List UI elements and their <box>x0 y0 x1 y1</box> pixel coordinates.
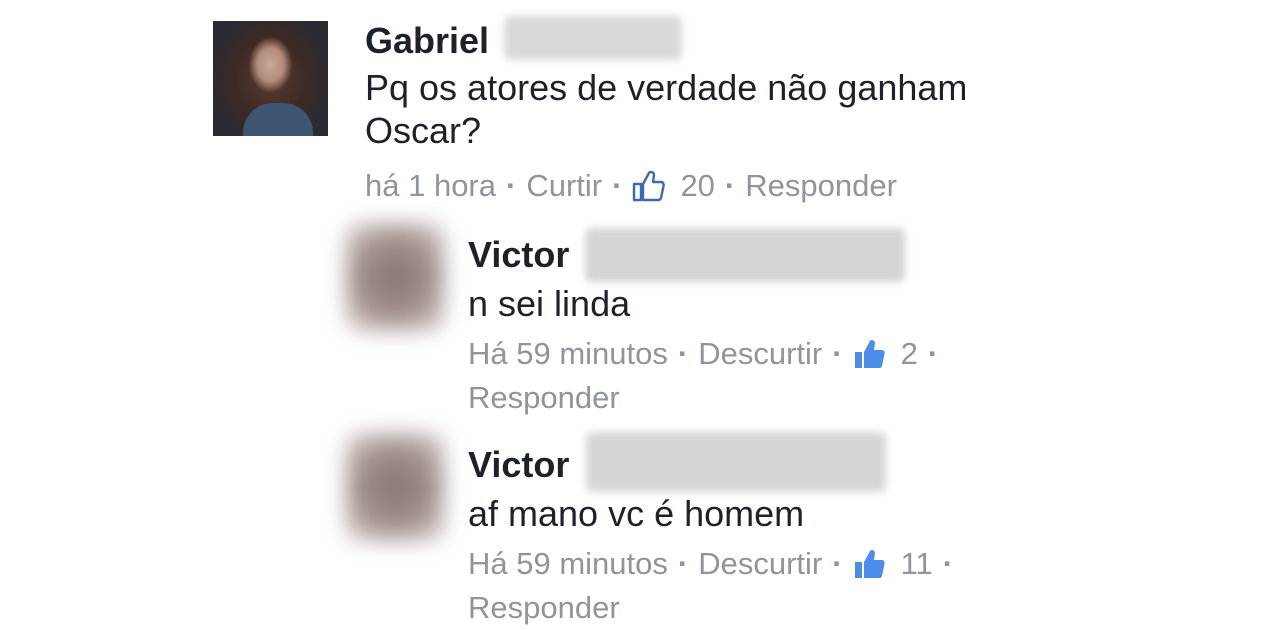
reply-timestamp[interactable]: Há 59 minutos <box>468 542 668 586</box>
comment-author-name[interactable]: Gabriel <box>365 21 489 61</box>
thumbs-up-icon[interactable] <box>853 547 887 581</box>
reply-text: af mano vc é homem <box>468 493 805 534</box>
reply-action-link[interactable]: Responder <box>468 376 620 420</box>
separator-dot: · <box>612 168 623 203</box>
redacted-surname <box>586 432 886 492</box>
avatar[interactable] <box>345 432 445 542</box>
reply-author-name[interactable]: Victor <box>468 235 569 275</box>
like-count: 20 <box>680 168 715 203</box>
separator-dot: · <box>724 168 736 203</box>
separator-dot: · <box>832 546 843 581</box>
separator-dot: · <box>927 336 939 371</box>
comment-text-line: Oscar? <box>365 110 482 151</box>
unlike-action-link[interactable]: Descurtir <box>698 542 822 586</box>
separator-dot: · <box>942 546 954 581</box>
comment-text: Pq os atores de verdade não ganham Oscar… <box>365 66 967 152</box>
like-action-link[interactable]: Curtir <box>526 164 602 208</box>
reply-meta: Há 59 minutos · Descurtir · 2 · <box>468 332 948 376</box>
comment-text-line: Pq os atores de verdade não ganham <box>365 67 968 108</box>
separator-dot: · <box>677 546 689 581</box>
reply-author-name[interactable]: Victor <box>468 445 569 485</box>
reply-action-link[interactable]: Responder <box>468 586 620 630</box>
reply-timestamp[interactable]: Há 59 minutos <box>468 332 668 376</box>
redacted-surname <box>585 228 905 282</box>
reply-meta: Há 59 minutos · Descurtir · 11 · <box>468 542 963 586</box>
like-count: 2 <box>900 336 918 371</box>
separator-dot: · <box>677 336 689 371</box>
separator-dot: · <box>832 336 843 371</box>
comment-meta: há 1 hora · Curtir · 20 · Responder <box>365 164 897 208</box>
reply-text: n sei linda <box>468 283 631 324</box>
unlike-action-link[interactable]: Descurtir <box>698 332 822 376</box>
redacted-surname <box>504 16 682 60</box>
thumbs-up-icon[interactable] <box>853 337 887 371</box>
comment-timestamp[interactable]: há 1 hora <box>365 164 496 208</box>
reply-action-link[interactable]: Responder <box>745 164 897 208</box>
like-count: 11 <box>900 546 933 581</box>
thumbs-up-icon[interactable] <box>632 169 666 203</box>
separator-dot: · <box>506 168 517 203</box>
avatar[interactable] <box>345 222 445 332</box>
comment-thread: Gabriel Pq os atores de verdade não ganh… <box>0 0 1280 630</box>
avatar[interactable] <box>213 21 328 136</box>
